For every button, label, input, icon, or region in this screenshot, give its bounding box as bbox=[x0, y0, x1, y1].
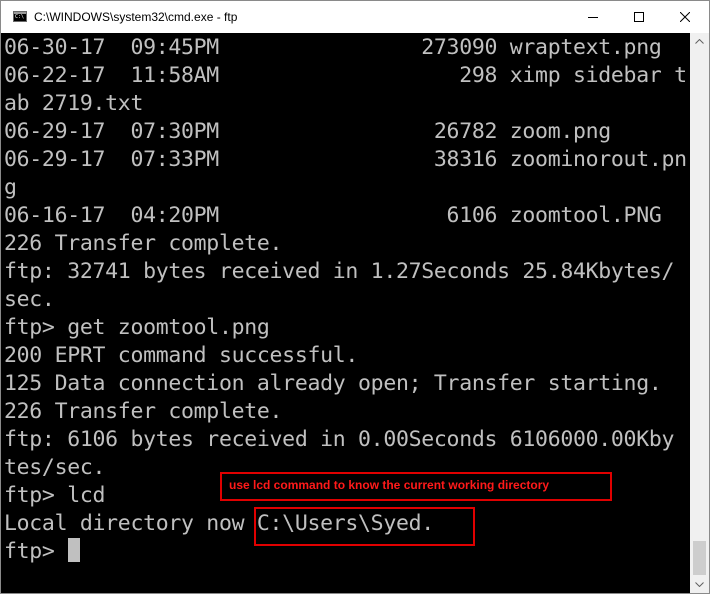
maximize-icon bbox=[634, 12, 644, 22]
console-line: 226 Transfer complete. bbox=[4, 399, 283, 424]
console-line: sec. bbox=[4, 287, 55, 312]
console-line: 200 EPRT command successful. bbox=[4, 343, 359, 368]
console-line: 06-29-17 07:33PM 38316 zoominorout.pn bbox=[4, 147, 687, 172]
console-line: 125 Data connection already open; Transf… bbox=[4, 371, 662, 396]
annotation-text: use lcd command to know the current work… bbox=[229, 478, 550, 492]
console-line: ftp> get zoomtool.png bbox=[4, 315, 270, 340]
console-line: ab 2719.txt bbox=[4, 91, 144, 116]
console-line: ftp: 32741 bytes received in 1.27Seconds… bbox=[4, 259, 675, 284]
cmd-icon bbox=[13, 11, 27, 22]
close-icon bbox=[680, 12, 690, 22]
text-cursor bbox=[68, 538, 80, 562]
highlight-directory-box bbox=[254, 507, 475, 546]
close-button[interactable] bbox=[662, 1, 708, 33]
window-title: C:\WINDOWS\system32\cmd.exe - ftp bbox=[34, 10, 238, 24]
vertical-scrollbar[interactable] bbox=[690, 33, 709, 593]
console-line: 06-22-17 11:58AM 298 ximp sidebar t bbox=[4, 63, 687, 88]
title-bar[interactable]: C:\WINDOWS\system32\cmd.exe - ftp bbox=[1, 1, 709, 33]
console-line: ftp: 6106 bytes received in 0.00Seconds … bbox=[4, 427, 675, 452]
scroll-down-button[interactable] bbox=[690, 576, 709, 593]
maximize-button[interactable] bbox=[616, 1, 662, 33]
scroll-up-button[interactable] bbox=[690, 33, 709, 50]
console-line: 06-29-17 07:30PM 26782 zoom.png bbox=[4, 119, 611, 144]
console-line: g bbox=[4, 175, 17, 200]
cmd-window: C:\WINDOWS\system32\cmd.exe - ftp 06-30-… bbox=[0, 0, 710, 594]
console-line: 06-16-17 04:20PM 6106 zoomtool.PNG bbox=[4, 203, 662, 228]
console-line: 06-30-17 09:45PM 273090 wraptext.png bbox=[4, 35, 662, 60]
minimize-icon bbox=[588, 17, 598, 18]
console-line: 226 Transfer complete. bbox=[4, 231, 283, 256]
chevron-down-icon bbox=[695, 582, 704, 587]
minimize-button[interactable] bbox=[570, 1, 616, 33]
scroll-thumb[interactable] bbox=[693, 541, 706, 575]
chevron-up-icon bbox=[695, 39, 704, 44]
